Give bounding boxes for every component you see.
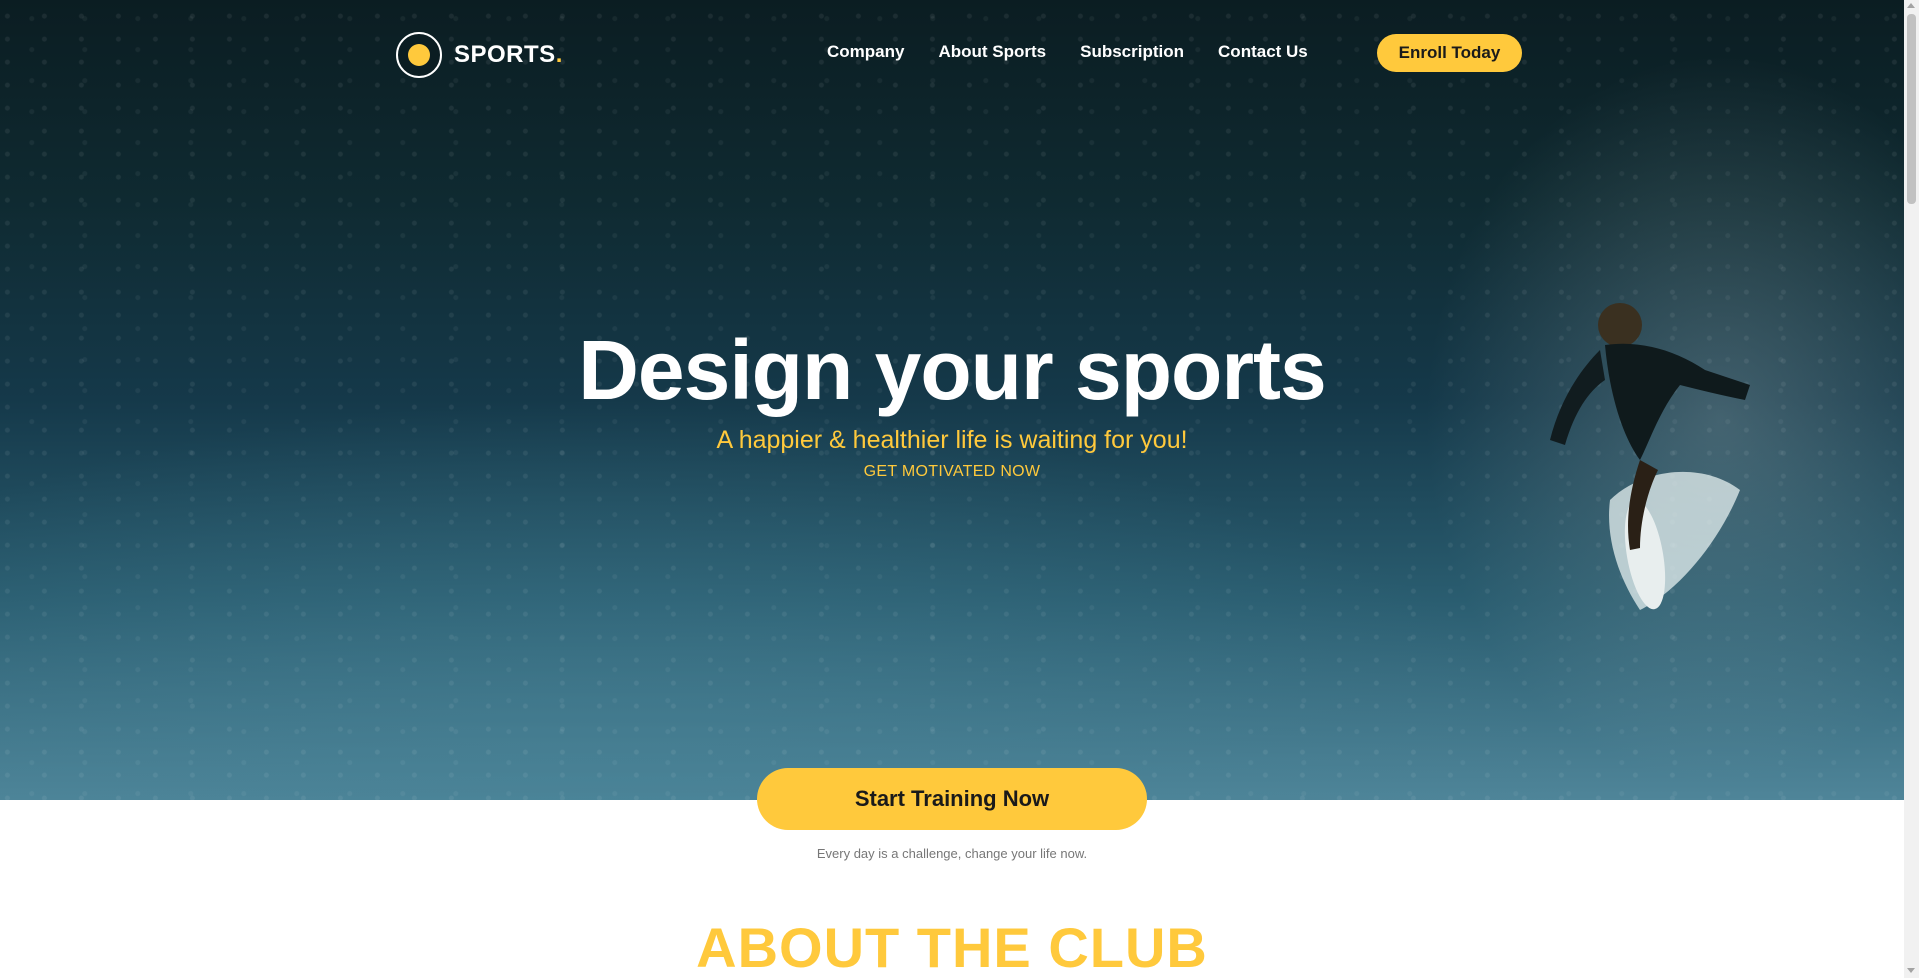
- nav-item-company[interactable]: Company: [827, 42, 904, 62]
- brand-logo[interactable]: SPORTS.: [396, 32, 563, 78]
- hero-title: Design your sports: [578, 323, 1326, 417]
- navbar: SPORTS. Company About Sports Subscriptio…: [0, 0, 1904, 104]
- scrollbar[interactable]: [1904, 0, 1919, 978]
- nav-item-about-sports[interactable]: About Sports: [938, 42, 1046, 62]
- start-training-button[interactable]: Start Training Now: [757, 768, 1147, 830]
- hero-content: Design your sports A happier & healthier…: [0, 320, 1904, 481]
- nav-item-contact-us[interactable]: Contact Us: [1218, 42, 1308, 62]
- nav-item-subscription[interactable]: Subscription: [1080, 42, 1184, 62]
- tagline: Every day is a challenge, change your li…: [816, 846, 1088, 861]
- scrollbar-thumb[interactable]: [1907, 14, 1916, 204]
- hero-motivation-link[interactable]: GET MOTIVATED NOW: [0, 463, 1904, 481]
- about-section-title: ABOUT THE CLUB: [696, 916, 1208, 978]
- club-badge-icon: [396, 32, 442, 78]
- nav-links: Company About Sports Subscription Contac…: [827, 42, 1342, 62]
- brand-name: SPORTS.: [454, 41, 563, 68]
- hero-subtitle: A happier & healthier life is waiting fo…: [716, 426, 1188, 454]
- scroll-down-arrow-icon[interactable]: [1907, 968, 1915, 973]
- scroll-up-arrow-icon[interactable]: [1907, 3, 1915, 8]
- enroll-today-button[interactable]: Enroll Today: [1377, 34, 1522, 72]
